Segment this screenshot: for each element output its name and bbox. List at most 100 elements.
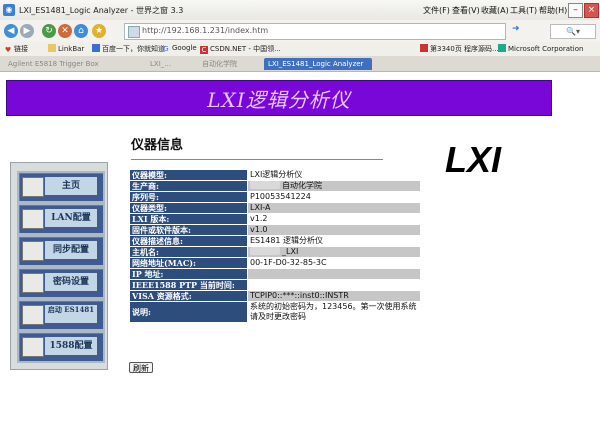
favorite-star-icon[interactable]: ★ [92, 24, 106, 38]
fav-label: 链接 [14, 45, 28, 53]
row-value: TCPIP0::***::inst0::INSTR [247, 290, 421, 302]
row-key: 仪器模型: [129, 169, 248, 181]
favorites-bar: ♥ 链接 LinkBar 百度一下，你就知道 G Google C CSDN.NET … [0, 42, 600, 57]
row-value [247, 268, 421, 280]
fav-links[interactable]: ♥ 链接 [4, 44, 28, 54]
fav-microsoft[interactable]: Microsoft Corporation [498, 44, 583, 53]
browser-icon: ◉ [3, 4, 15, 16]
row-value: LXI逻辑分析仪 [247, 169, 421, 181]
row-value-text: 自动化学院 [282, 181, 322, 191]
row-key: IP 地址: [129, 268, 248, 280]
table-row: 固件或软件版本: v1.0 [129, 224, 421, 236]
fav-label: Microsoft Corporation [508, 45, 584, 53]
page-title: 仪器信息 [131, 138, 184, 153]
menu-tools[interactable]: 工具(T) [510, 5, 537, 16]
row-value: LXI-A [247, 202, 421, 214]
stop-icon[interactable]: ✕ [58, 24, 72, 38]
keyboard-icon [22, 273, 44, 293]
tab-bar: Agilent E5818 Trigger Box LXI_... 自动化学院 … [0, 56, 600, 72]
table-row: IP 地址: [129, 268, 421, 280]
sidebar: 主页 LAN配置 同步配置 密码设置 启动 ES1481 1588配置 [10, 162, 108, 370]
row-key: 网络地址(MAC): [129, 257, 248, 269]
sidebar-item-lan[interactable]: LAN配置 [17, 203, 105, 235]
fav-source[interactable]: 第3340页 程序源码... [420, 44, 499, 54]
minimize-button[interactable]: – [568, 3, 583, 18]
address-bar[interactable]: http://192.168.1.231/index.htm [124, 23, 506, 40]
run-icon [22, 305, 44, 325]
row-value-text: _LXI [282, 247, 299, 257]
window-title-bar: ◉ LXI_ES1481_Logic Analyzer - 世界之窗 3.3 文… [0, 0, 600, 21]
tab-automation[interactable]: 自动化学院 [198, 58, 262, 70]
fav-baidu[interactable]: 百度一下，你就知道 [92, 44, 165, 54]
table-row: IEEE1588 PTP 当前时间: [129, 279, 421, 291]
table-row: 主机名: _LXI [129, 246, 421, 258]
google-icon: G [163, 45, 169, 53]
go-icon[interactable]: ➜ [512, 24, 520, 34]
row-key: 固件或软件版本: [129, 224, 248, 236]
redacted-text [250, 247, 280, 255]
table-row: 仪器类型: LXI-A [129, 202, 421, 214]
sidebar-item-label: LAN配置 [45, 209, 97, 227]
header-banner: LXI逻辑分析仪 [6, 80, 552, 116]
page-icon [420, 44, 428, 52]
back-icon[interactable]: ◀ [4, 24, 18, 38]
table-row: 说明: 系统的初始密码为，123456。第一次使用系统请及时更改密码 [129, 301, 421, 323]
row-key: 生产商: [129, 180, 248, 192]
row-key: 仪器描述信息: [129, 235, 248, 247]
sidebar-item-sync[interactable]: 同步配置 [17, 235, 105, 267]
row-key: VISA 资源格式: [129, 290, 248, 302]
fav-google[interactable]: G Google [162, 44, 197, 53]
tab-logic-analyzer[interactable]: LXI_ES1481_Logic Analyzer [264, 58, 372, 70]
table-row: 序列号: P10053541224 [129, 191, 421, 203]
page-icon [92, 44, 100, 52]
row-value: P10053541224 [247, 191, 421, 203]
row-value: 自动化学院 [247, 180, 421, 192]
sidebar-item-label: 启动 ES1481 [45, 305, 97, 323]
fav-csdn[interactable]: C CSDN.NET - 中国领... [200, 44, 280, 54]
sidebar-item-label: 主页 [45, 177, 97, 195]
row-key: LXI 版本: [129, 213, 248, 225]
row-key: 主机名: [129, 246, 248, 258]
row-value: ES1481 逻辑分析仪 [247, 235, 421, 247]
window-title: LXI_ES1481_Logic Analyzer - 世界之窗 3.3 [19, 6, 184, 15]
row-value: v1.2 [247, 213, 421, 225]
home-nav-icon[interactable]: ⌂ [74, 24, 88, 38]
row-value: 系统的初始密码为，123456。第一次使用系统请及时更改密码 [247, 301, 421, 323]
sidebar-item-1588[interactable]: 1588配置 [17, 331, 105, 363]
menu-favorites[interactable]: 收藏(A) [481, 5, 509, 16]
sidebar-item-start[interactable]: 启动 ES1481 [17, 299, 105, 331]
table-row: LXI 版本: v1.2 [129, 213, 421, 225]
banner-title: LXI逻辑分析仪 [207, 88, 351, 112]
sync-icon [22, 241, 44, 261]
refresh-icon[interactable]: ↻ [42, 24, 56, 38]
lxi-logo-icon: LXI [445, 139, 502, 180]
forward-icon[interactable]: ▶ [20, 24, 34, 38]
redacted-text [250, 181, 280, 189]
refresh-button[interactable]: 刷新 [129, 362, 153, 373]
instrument-info-table: 仪器模型: LXI逻辑分析仪 生产商: 自动化学院 序列号: P10053541224… [129, 169, 421, 323]
sidebar-item-home[interactable]: 主页 [17, 171, 105, 203]
menu-file[interactable]: 文件(F) [423, 5, 450, 16]
table-row: 生产商: 自动化学院 [129, 180, 421, 192]
fav-label: 百度一下，你就知道 [102, 45, 165, 53]
fav-linkbar[interactable]: LinkBar [48, 44, 84, 53]
row-key: IEEE1588 PTP 当前时间: [129, 279, 248, 291]
menu-help[interactable]: 帮助(H) [539, 5, 567, 16]
row-key: 说明: [129, 301, 248, 323]
table-row: 网络地址(MAC): 00-1F-D0-32-85-3C [129, 257, 421, 269]
menu-view[interactable]: 查看(V) [452, 5, 480, 16]
row-value: 00-1F-D0-32-85-3C [247, 257, 421, 269]
home-icon [22, 177, 44, 197]
heart-icon: ♥ [4, 46, 12, 54]
tab-lxi[interactable]: LXI_... [146, 58, 198, 70]
page-icon [498, 44, 506, 52]
close-button[interactable]: × [584, 3, 599, 18]
row-key: 仪器类型: [129, 202, 248, 214]
page-icon [128, 26, 140, 38]
sidebar-item-password[interactable]: 密码设置 [17, 267, 105, 299]
search-box[interactable]: 🔍▾ [550, 24, 596, 39]
table-row: 仪器模型: LXI逻辑分析仪 [129, 169, 421, 181]
fav-label: Google [172, 44, 197, 52]
network-icon [22, 209, 44, 229]
tab-agilent[interactable]: Agilent E5818 Trigger Box [4, 58, 148, 70]
